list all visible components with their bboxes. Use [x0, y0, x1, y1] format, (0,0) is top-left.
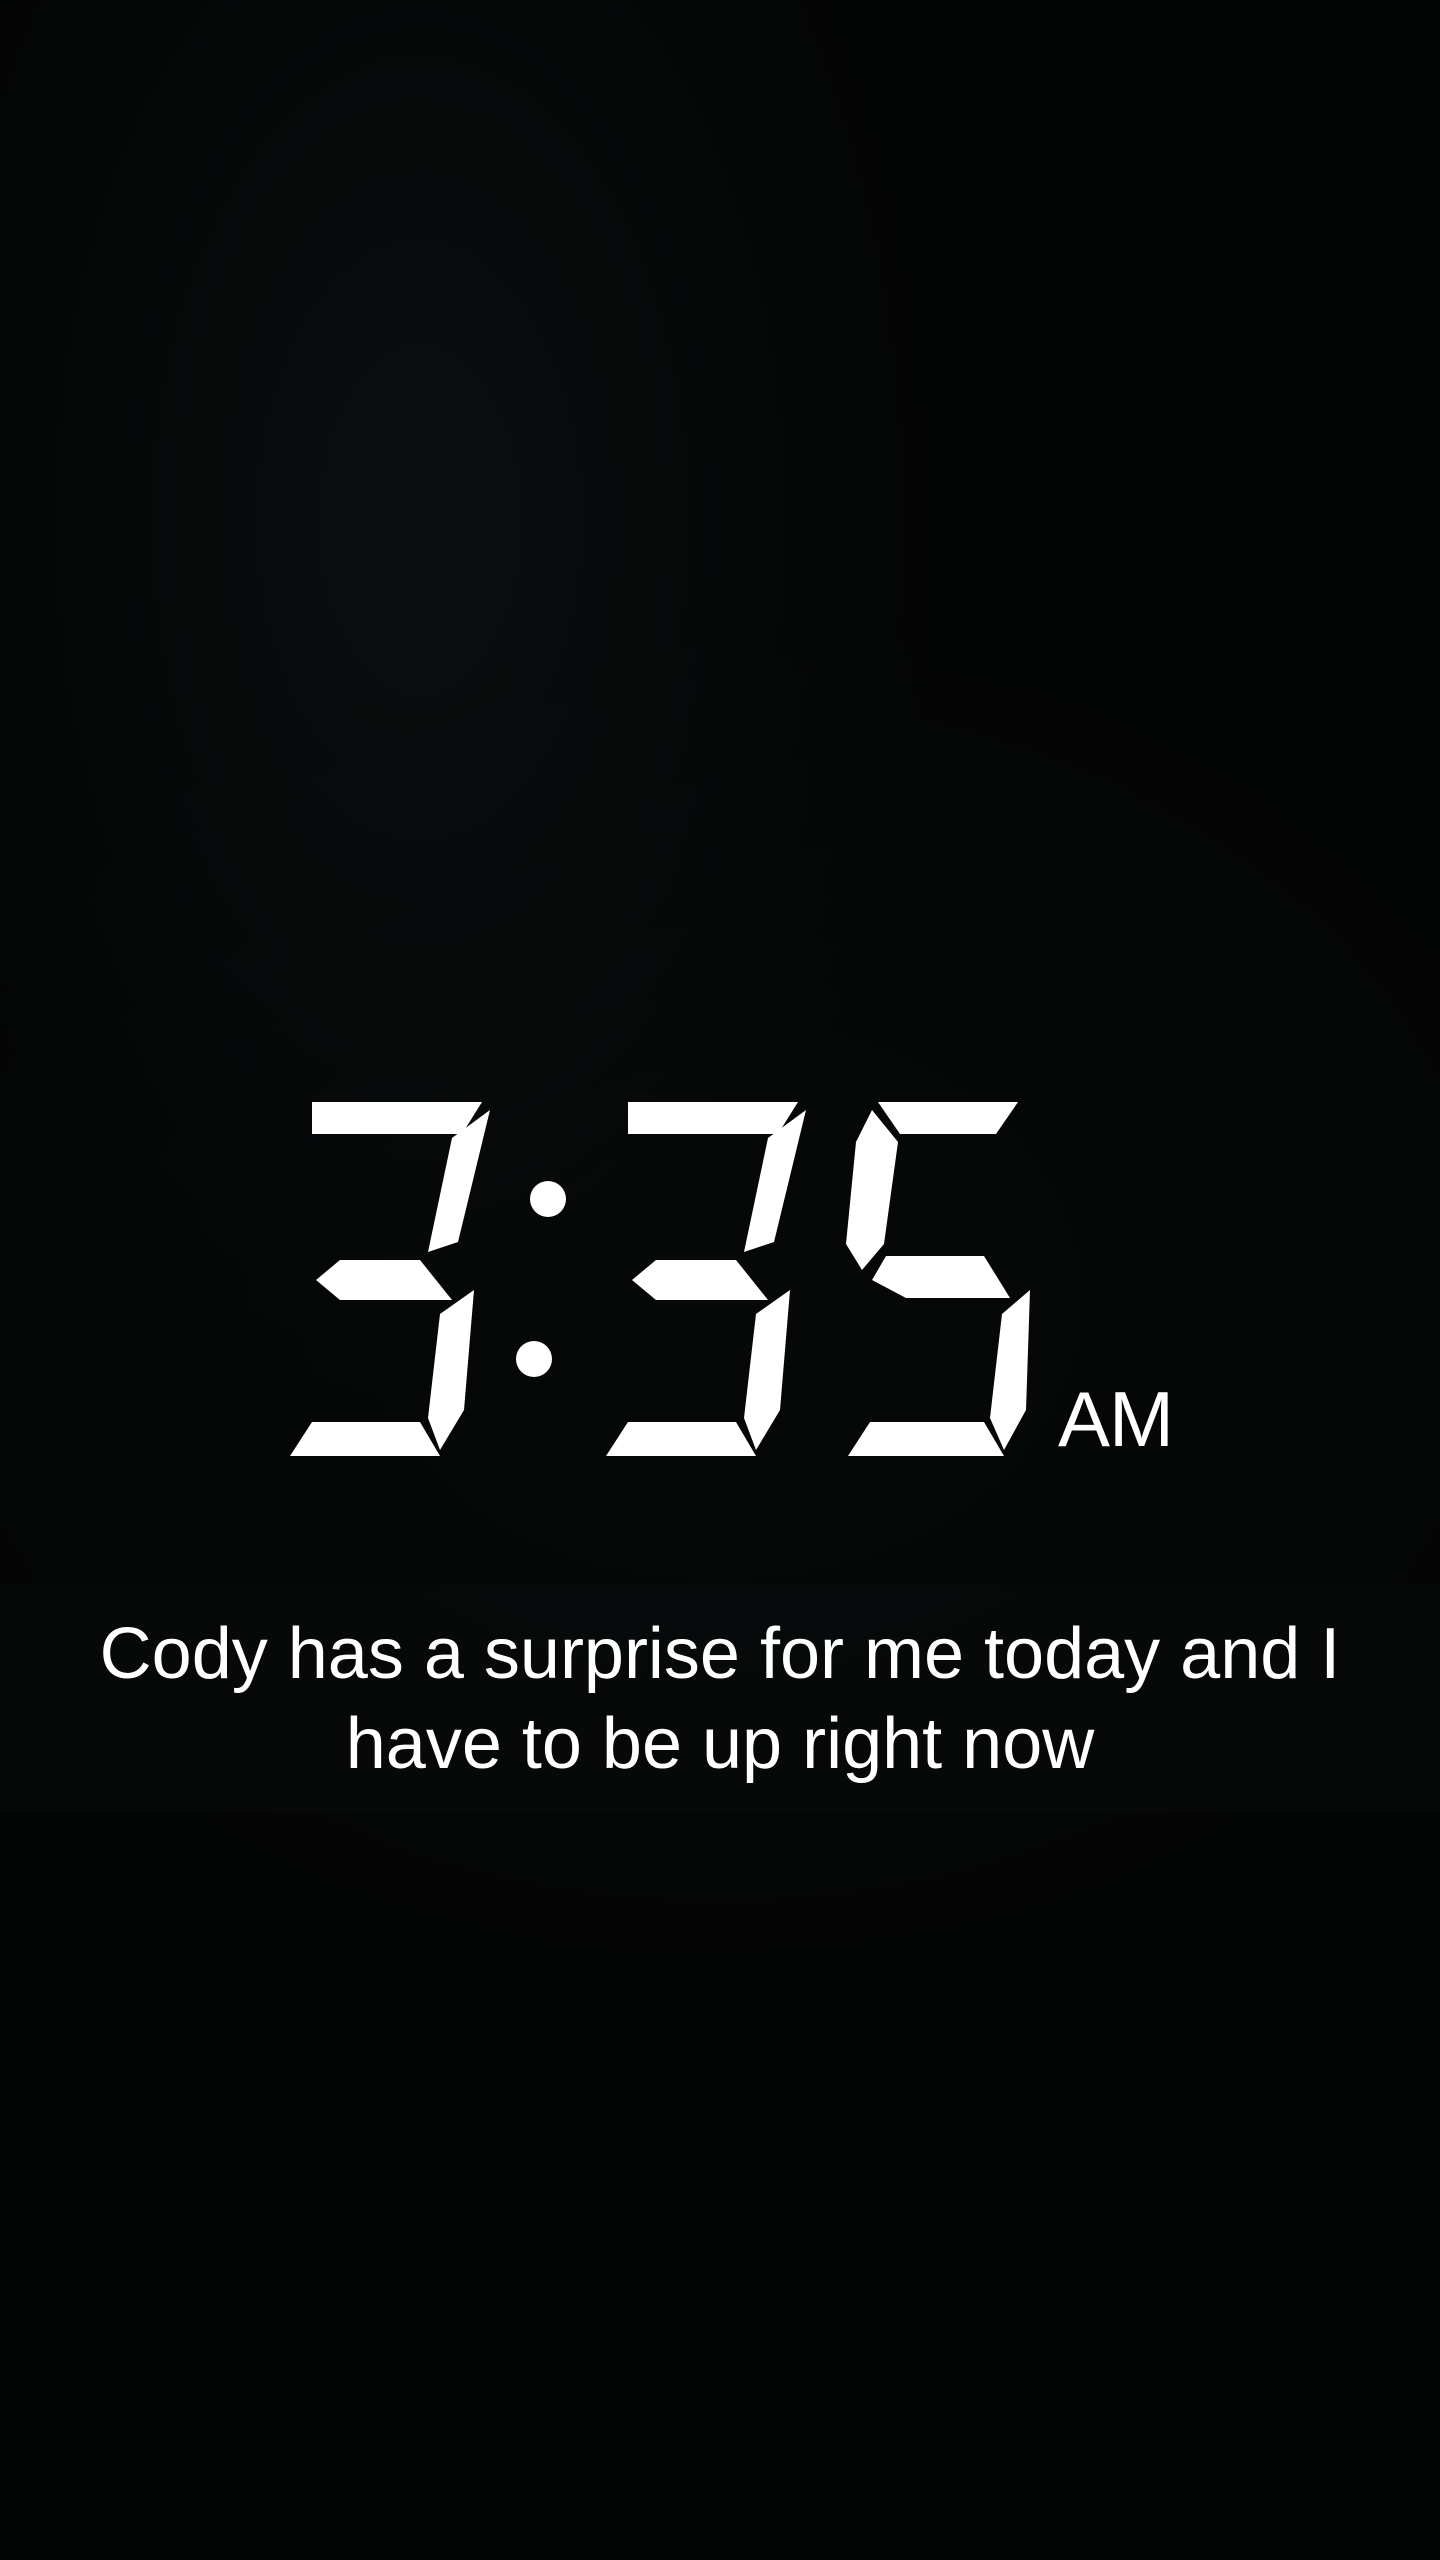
- digit-segment-middle: [316, 1260, 452, 1300]
- digit-segment-bottom: [606, 1422, 756, 1456]
- caption-text: Cody has a surprise for me today and I h…: [99, 1614, 1341, 1784]
- digit-segment-lower-right: [744, 1290, 790, 1450]
- clock-digit-minute-ones: [846, 1102, 1030, 1456]
- clock-digit-minute-tens: [606, 1102, 806, 1456]
- digit-segment-lower-right: [990, 1290, 1030, 1450]
- digit-segment-bottom: [290, 1422, 440, 1456]
- digit-segment-middle: [872, 1256, 1010, 1298]
- caption-bar: Cody has a surprise for me today and I h…: [0, 1585, 1440, 1813]
- digit-segment-middle: [632, 1260, 768, 1300]
- clock-digit-hour: [290, 1102, 490, 1456]
- colon-dot-top: [530, 1181, 566, 1217]
- digit-segment-lower-right: [428, 1290, 474, 1450]
- digit-segment-top: [312, 1102, 482, 1134]
- clock-period-label: AM: [1058, 1375, 1174, 1463]
- digital-clock: AM: [0, 0, 1440, 1600]
- digit-segment-upper-left: [846, 1110, 898, 1270]
- clock-digits: [290, 1102, 1030, 1456]
- digit-segment-top: [628, 1102, 798, 1134]
- digit-segment-top: [878, 1102, 1018, 1134]
- digit-segment-bottom: [848, 1422, 1004, 1456]
- colon-dot-bottom: [516, 1341, 552, 1377]
